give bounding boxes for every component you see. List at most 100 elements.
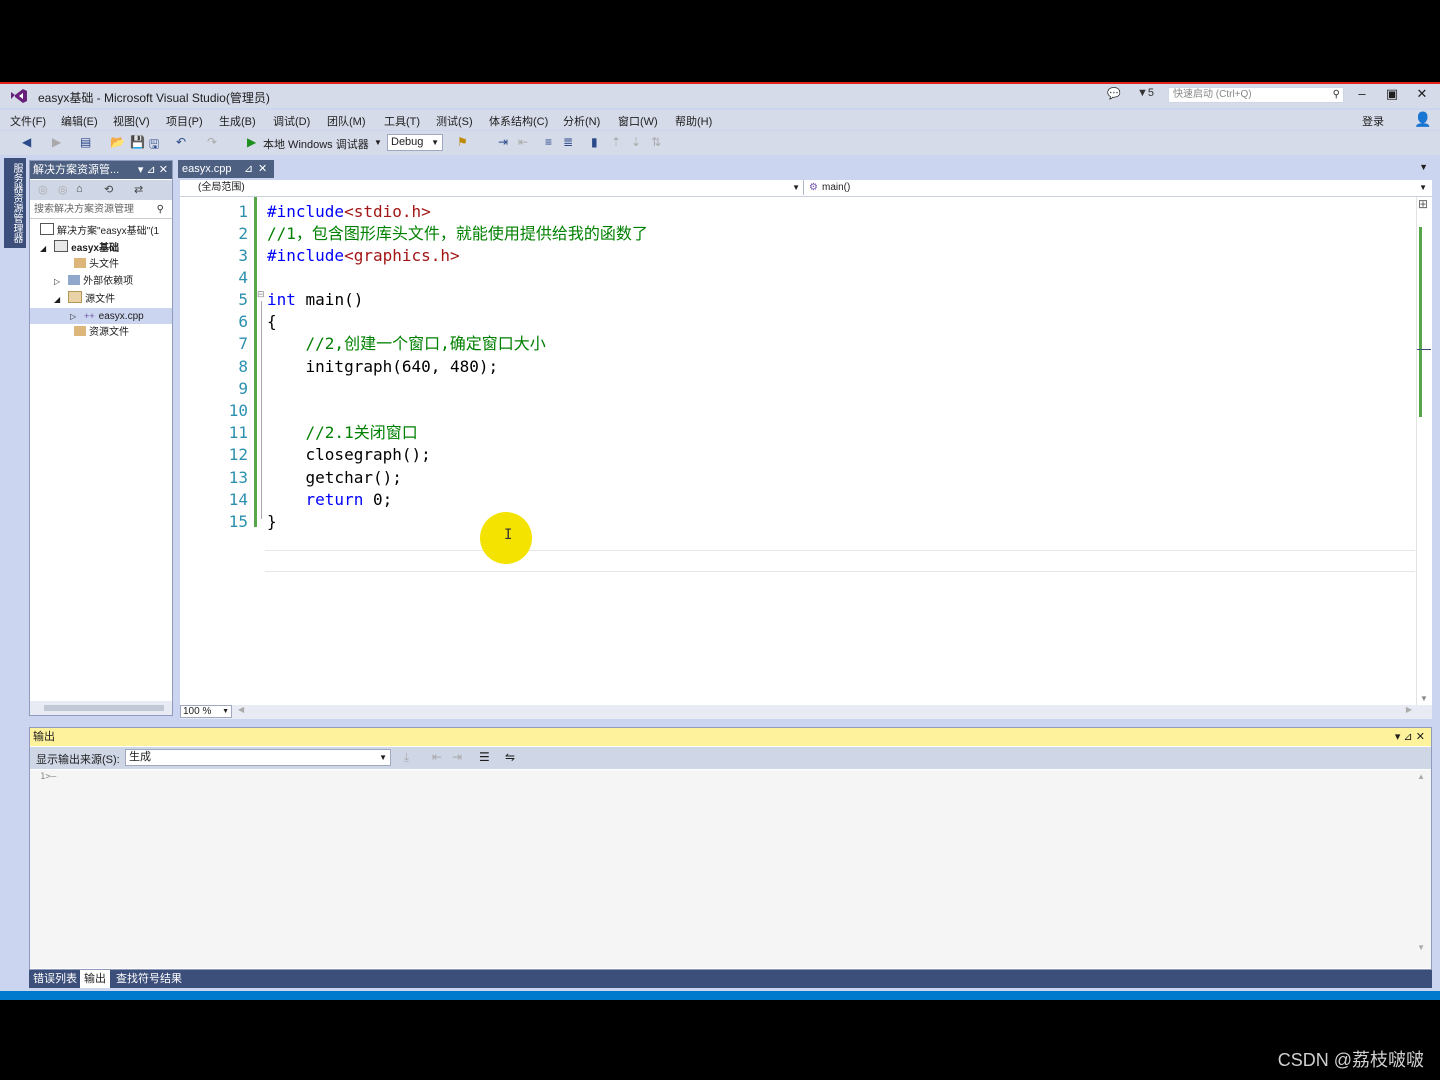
scroll-down-icon[interactable]: ▼ — [1417, 943, 1425, 952]
refresh-icon[interactable]: ⇄ — [134, 183, 143, 196]
step-over-icon[interactable]: ⇤ — [518, 135, 528, 149]
prev-message-icon[interactable]: ⇤ — [432, 750, 442, 764]
collapse-icon[interactable]: ◢ — [40, 244, 46, 253]
next-bookmark-icon[interactable]: ⇣ — [631, 135, 641, 149]
save-all-icon[interactable]: 🖫 — [149, 135, 159, 156]
code-line[interactable]: #include<graphics.h> — [267, 245, 460, 267]
scroll-up-icon[interactable]: ▲ — [1417, 772, 1425, 781]
tree-header-files[interactable]: 头文件 — [74, 257, 119, 273]
quick-launch-input[interactable]: 快速启动 (Ctrl+Q) ⚲ — [1168, 87, 1344, 103]
member-dropdown[interactable]: ⚙ main() ▼ — [806, 180, 1430, 195]
sync-icon[interactable]: ⟲ — [104, 183, 113, 196]
expand-icon[interactable]: ▷ — [70, 312, 76, 321]
tree-easyx-cpp[interactable]: ▷ ++ easyx.cpp — [30, 308, 172, 324]
code-line[interactable]: //1，包含图形库头文件，就能使用提供给我的函数了 — [267, 223, 648, 245]
feedback-icon[interactable]: 💬 — [1107, 87, 1121, 100]
back-icon[interactable]: ◎ — [38, 183, 48, 196]
notifications-flag-icon[interactable]: ▼5 — [1137, 87, 1154, 99]
output-source-select[interactable]: 生成 ▼ — [125, 749, 391, 766]
zoom-select[interactable]: 100 % ▼ — [180, 705, 232, 718]
menu-build[interactable]: 生成(B) — [219, 113, 256, 129]
scroll-left-icon[interactable]: ◀ — [238, 705, 244, 714]
tab-easyx-cpp[interactable]: easyx.cpp ⊿ ✕ — [178, 160, 274, 178]
close-tab-icon[interactable]: ✕ — [258, 160, 267, 178]
run-target-button[interactable]: 本地 Windows 调试器 — [263, 136, 369, 152]
code-line[interactable]: initgraph(640, 480); — [267, 356, 499, 378]
undo-icon[interactable]: ↶ — [176, 135, 186, 149]
find-message-icon[interactable]: ⤓ — [404, 750, 409, 765]
close-button[interactable]: ✕ — [1412, 86, 1432, 102]
uncomment-icon[interactable]: ≣ — [563, 135, 573, 149]
tree-project[interactable]: ◢ easyx基础 — [40, 240, 119, 256]
minimize-button[interactable]: – — [1352, 86, 1372, 101]
menu-help[interactable]: 帮助(H) — [675, 113, 712, 129]
chevron-down-icon[interactable]: ▼ — [374, 138, 382, 147]
menu-team[interactable]: 团队(M) — [327, 113, 366, 129]
collapse-icon[interactable]: ◢ — [54, 295, 60, 304]
tree-solution[interactable]: 解决方案"easyx基础"(1 — [40, 223, 159, 239]
code-line[interactable]: } — [267, 511, 277, 533]
new-project-icon[interactable]: ▤ — [80, 135, 91, 149]
find-in-files-icon[interactable]: ⚑ — [457, 135, 468, 149]
solution-config-select[interactable]: Debug ▼ — [387, 134, 443, 151]
solution-search-input[interactable]: 搜索解决方案资源管理 ⚲ — [30, 201, 172, 219]
fold-toggle-icon[interactable]: ⊟ — [257, 289, 265, 300]
code-editor[interactable]: ⊟ 1 2 3 4 5 6 7 8 9 10 11 12 13 14 15 #i… — [180, 197, 1432, 705]
horizontal-scrollbar[interactable] — [30, 701, 172, 715]
step-icon[interactable]: ⇥ — [498, 135, 508, 149]
code-line[interactable]: #include<stdio.h> — [267, 201, 431, 223]
code-line[interactable]: int main() — [267, 289, 363, 311]
menu-window[interactable]: 窗口(W) — [618, 113, 658, 129]
split-icon[interactable]: ⊞ — [1418, 197, 1428, 211]
menu-view[interactable]: 视图(V) — [113, 113, 150, 129]
comment-icon[interactable]: ≡ — [545, 135, 552, 149]
tree-external-deps[interactable]: ▷ 外部依赖项 — [54, 274, 133, 290]
output-text-area[interactable]: 1>— ▲ ▼ — [30, 770, 1431, 968]
code-line[interactable]: getchar(); — [267, 467, 402, 489]
scroll-thumb[interactable] — [44, 705, 164, 711]
tab-overflow-icon[interactable]: ▼ — [1419, 162, 1428, 172]
server-explorer-tab[interactable]: 服务器资源管理器 — [4, 158, 26, 248]
scope-dropdown[interactable]: (全局范围) ▼ — [180, 180, 804, 195]
menu-architecture[interactable]: 体系结构(C) — [489, 113, 548, 129]
open-file-icon[interactable]: 📂 — [110, 135, 125, 149]
code-line[interactable]: { — [267, 311, 277, 333]
pin-icon[interactable]: ⊿ — [244, 160, 253, 178]
vertical-scrollbar[interactable]: ⊞ ▼ — [1416, 197, 1431, 705]
scroll-down-icon[interactable]: ▼ — [1420, 694, 1428, 703]
back-icon[interactable]: ◀ — [22, 135, 31, 149]
maximize-button[interactable]: ▣ — [1382, 86, 1402, 102]
start-debug-icon[interactable]: ▶ — [247, 135, 256, 149]
next-message-icon[interactable]: ⇥ — [452, 750, 462, 764]
clear-all-icon[interactable]: ☰ — [479, 750, 490, 764]
menu-test[interactable]: 测试(S) — [436, 113, 473, 129]
menu-analyze[interactable]: 分析(N) — [563, 113, 600, 129]
redo-icon[interactable]: ↷ — [207, 135, 217, 149]
home-icon[interactable]: ⌂ — [76, 183, 83, 195]
code-line[interactable]: //2,创建一个窗口,确定窗口大小 — [267, 333, 546, 355]
clear-bookmarks-icon[interactable]: ⇅ — [651, 135, 661, 149]
menu-file[interactable]: 文件(F) — [10, 113, 46, 129]
tab-find-symbol-results[interactable]: 查找符号结果 — [112, 970, 186, 988]
forward-icon[interactable]: ◎ — [58, 183, 68, 196]
code-line[interactable]: return 0; — [267, 489, 393, 511]
word-wrap-icon[interactable]: ⇋ — [505, 750, 515, 764]
tree-source-files[interactable]: ◢ 源文件 — [54, 291, 115, 307]
tab-error-list[interactable]: 错误列表 — [29, 970, 81, 988]
menu-tools[interactable]: 工具(T) — [384, 113, 420, 129]
signin-link[interactable]: 登录 — [1362, 113, 1384, 129]
tree-resource-files[interactable]: 资源文件 — [74, 325, 129, 341]
menu-edit[interactable]: 编辑(E) — [61, 113, 98, 129]
menu-project[interactable]: 项目(P) — [166, 113, 203, 129]
menu-debug[interactable]: 调试(D) — [273, 113, 310, 129]
forward-icon[interactable]: ▶ — [52, 135, 61, 149]
bookmark-icon[interactable]: ▮ — [591, 135, 598, 149]
code-line[interactable]: closegraph(); — [267, 444, 431, 466]
panel-controls[interactable]: ▾ ⊿ ✕ — [138, 161, 168, 179]
tab-output[interactable]: 输出 — [80, 970, 110, 988]
expand-icon[interactable]: ▷ — [54, 277, 60, 286]
account-icon[interactable]: 👤 — [1414, 111, 1431, 128]
panel-controls[interactable]: ▾ ⊿ ✕ — [1395, 728, 1425, 746]
code-line[interactable]: //2.1关闭窗口 — [267, 422, 418, 444]
scroll-right-icon[interactable]: ▶ — [1406, 705, 1412, 714]
